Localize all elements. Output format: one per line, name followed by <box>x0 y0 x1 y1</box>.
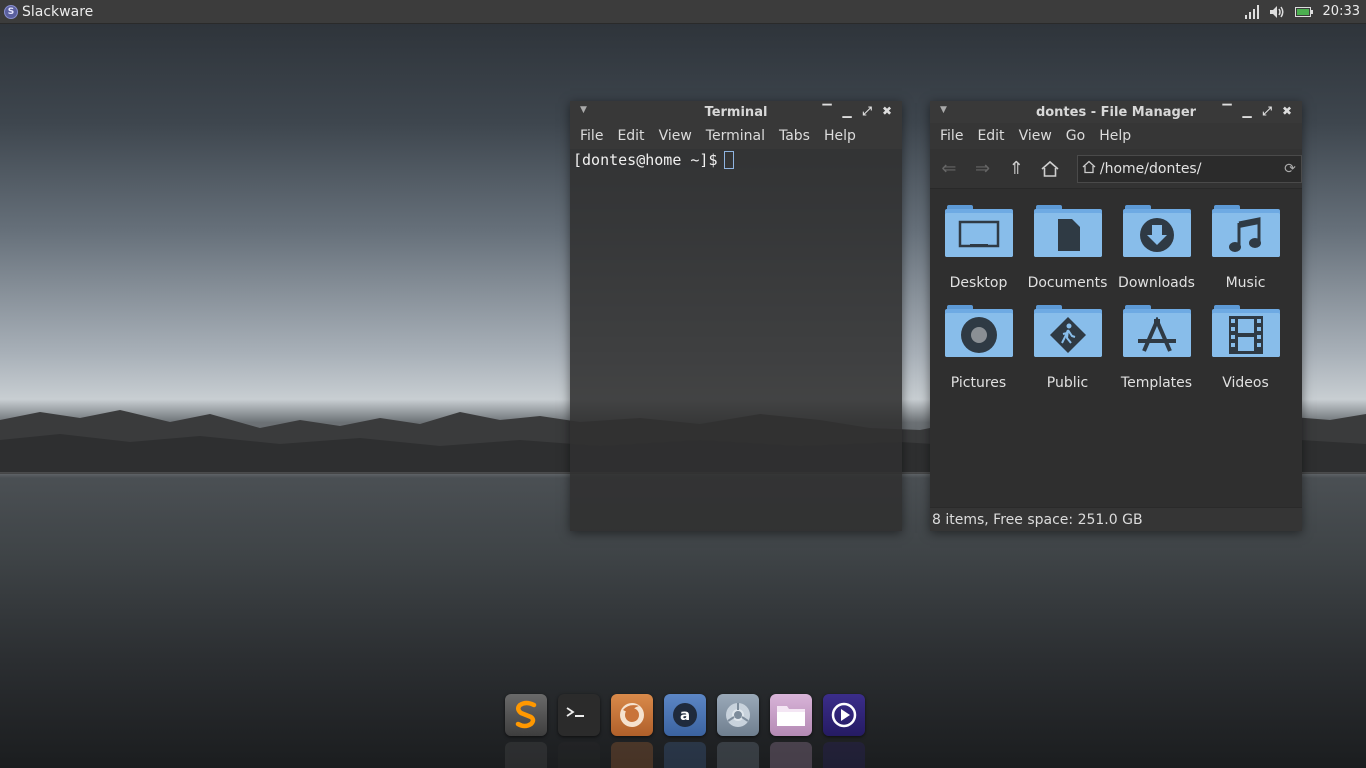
shade-icon[interactable]: ▔ <box>820 103 834 119</box>
battery-icon[interactable] <box>1294 4 1313 20</box>
svg-text:a: a <box>680 706 690 724</box>
desktop-icon <box>958 220 999 248</box>
maximize-icon[interactable]: ⤢ <box>1260 103 1274 119</box>
document-icon <box>1057 219 1080 251</box>
music-note-icon <box>1228 217 1261 252</box>
folder-documents[interactable]: Documents <box>1023 201 1112 291</box>
window-menu-icon[interactable]: ▼ <box>940 105 947 115</box>
templates-a-icon <box>1137 317 1176 352</box>
file-manager-toolbar: ⇐ ⇒ ⇑ /home/dontes/ ⟳ <box>930 149 1303 189</box>
file-manager-titlebar[interactable]: ▼ dontes - File Manager ▔ ▁ ⤢ ✖ <box>930 101 1302 123</box>
folder-label: Downloads <box>1118 275 1195 291</box>
public-sign-icon <box>1049 317 1086 353</box>
firefox-icon[interactable] <box>611 694 653 736</box>
slackware-logo-icon: S <box>4 4 18 19</box>
maximize-icon[interactable]: ⤢ <box>860 103 874 119</box>
folder-label: Public <box>1046 375 1089 391</box>
terminal-body[interactable]: [dontes@home ~]$ <box>570 149 902 171</box>
minimize-icon[interactable]: ▁ <box>840 103 854 119</box>
location-path: /home/dontes/ <box>1099 160 1202 177</box>
folder-public[interactable]: Public <box>1023 301 1112 391</box>
clock[interactable]: 20:33 <box>1323 4 1360 19</box>
reload-icon[interactable]: ⟳ <box>1281 160 1299 178</box>
folder-grid: Desktop Documents Downloads Music Pictur… <box>930 201 1302 391</box>
film-strip-icon <box>1228 316 1263 354</box>
top-panel: S Slackware 20:33 <box>0 0 1366 24</box>
file-manager-window: ▼ dontes - File Manager ▔ ▁ ⤢ ✖ File Edi… <box>930 101 1303 531</box>
folder-music[interactable]: Music <box>1201 201 1290 291</box>
folder-downloads[interactable]: Downloads <box>1112 201 1201 291</box>
menu-help[interactable]: Help <box>1093 128 1137 144</box>
folder-label: Documents <box>1027 275 1108 291</box>
amazon-icon[interactable]: a <box>664 694 706 736</box>
window-title: Terminal <box>704 104 768 120</box>
system-tray: 20:33 <box>1243 0 1366 24</box>
back-arrow-icon[interactable]: ⇐ <box>938 158 960 180</box>
folder-videos[interactable]: Videos <box>1201 301 1290 391</box>
menu-file[interactable]: File <box>574 128 609 144</box>
sublime-text-icon[interactable] <box>505 694 547 736</box>
location-bar[interactable]: /home/dontes/ ⟳ <box>1076 154 1303 183</box>
folder-label: Music <box>1225 275 1266 291</box>
menu-terminal[interactable]: Terminal <box>700 128 771 144</box>
minimize-icon[interactable]: ▁ <box>1240 103 1254 119</box>
menu-go[interactable]: Go <box>1060 128 1091 144</box>
terminal-titlebar[interactable]: ▼ Terminal ▔ ▁ ⤢ ✖ <box>570 101 902 123</box>
dock-reflection <box>505 742 865 768</box>
close-icon[interactable]: ✖ <box>880 103 894 119</box>
file-manager-menubar: File Edit View Go Help <box>930 123 1302 149</box>
chromium-icon[interactable] <box>717 694 759 736</box>
home-small-icon <box>1082 160 1096 178</box>
terminal-window: ▼ Terminal ▔ ▁ ⤢ ✖ File Edit View Termin… <box>570 101 902 531</box>
dock: a <box>505 694 865 736</box>
menu-help[interactable]: Help <box>818 128 862 144</box>
folder-label: Desktop <box>949 275 1008 291</box>
volume-icon[interactable] <box>1269 4 1287 20</box>
folder-pictures[interactable]: Pictures <box>934 301 1023 391</box>
up-arrow-icon[interactable]: ⇑ <box>1005 158 1027 180</box>
folder-label: Pictures <box>950 375 1007 391</box>
folder-label: Videos <box>1222 375 1269 391</box>
folder-templates[interactable]: Templates <box>1112 301 1201 391</box>
window-menu-icon[interactable]: ▼ <box>580 105 587 115</box>
menu-edit[interactable]: Edit <box>971 128 1010 144</box>
files-icon[interactable] <box>770 694 812 736</box>
menu-tabs[interactable]: Tabs <box>773 128 816 144</box>
applications-menu-button[interactable]: S Slackware <box>0 0 93 24</box>
media-player-icon[interactable] <box>823 694 865 736</box>
close-icon[interactable]: ✖ <box>1280 103 1294 119</box>
terminal-icon[interactable] <box>558 694 600 736</box>
shell-prompt: [dontes@home ~]$ <box>573 151 718 169</box>
status-bar: 8 items, Free space: 251.0 GB <box>930 507 1302 531</box>
folder-label: Templates <box>1120 375 1193 391</box>
forward-arrow-icon[interactable]: ⇒ <box>972 158 994 180</box>
menu-file[interactable]: File <box>934 128 969 144</box>
download-icon <box>1139 218 1174 252</box>
network-signal-icon[interactable] <box>1243 4 1261 20</box>
text-cursor <box>723 151 734 169</box>
shade-icon[interactable]: ▔ <box>1220 103 1234 119</box>
folder-desktop[interactable]: Desktop <box>934 201 1023 291</box>
menu-label: Slackware <box>22 3 94 20</box>
menu-edit[interactable]: Edit <box>611 128 650 144</box>
camera-lens-icon <box>960 317 997 353</box>
home-icon[interactable] <box>1039 158 1061 180</box>
menu-view[interactable]: View <box>653 128 698 144</box>
status-text: 8 items, Free space: 251.0 GB <box>932 511 1143 528</box>
terminal-menubar: File Edit View Terminal Tabs Help <box>570 123 902 149</box>
window-title: dontes - File Manager <box>1035 104 1197 120</box>
menu-view[interactable]: View <box>1013 128 1058 144</box>
